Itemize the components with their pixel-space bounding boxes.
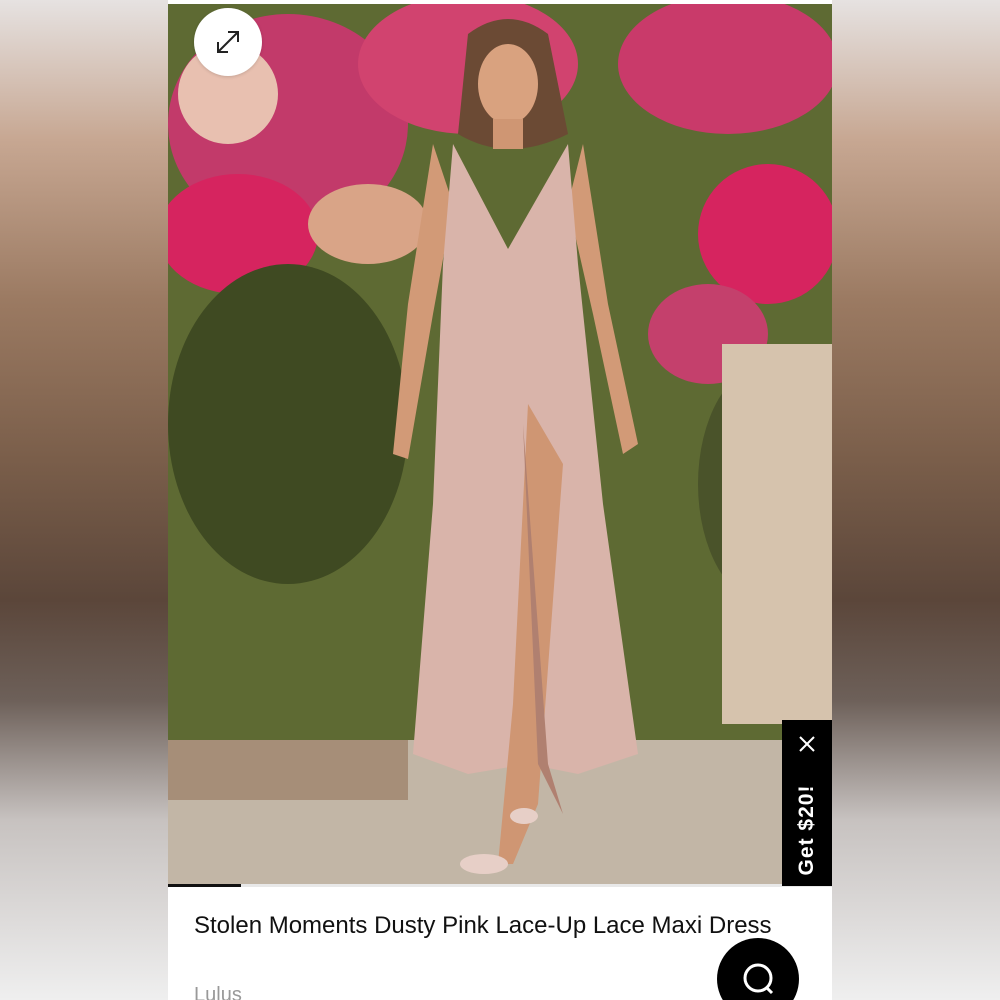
close-icon[interactable] (795, 732, 819, 756)
expand-button[interactable] (194, 8, 262, 76)
product-card: Get $20! Stolen Moments Dusty Pink Lace-… (168, 0, 832, 1000)
background-blur-left (0, 0, 168, 1000)
expand-icon (217, 31, 239, 53)
product-brand[interactable]: Lulus (194, 984, 242, 1000)
dress-photo-illustration (168, 4, 832, 886)
chat-icon (743, 963, 774, 995)
gallery-progress-fill (168, 884, 242, 887)
product-photo[interactable] (168, 4, 832, 886)
promo-label: Get $20! (795, 784, 818, 876)
background-blur-right (832, 0, 1000, 1000)
promo-tab[interactable]: Get $20! (782, 720, 832, 886)
gallery-progress-track (168, 884, 832, 887)
product-title: Stolen Moments Dusty Pink Lace-Up Lace M… (194, 912, 772, 939)
chat-button[interactable] (717, 938, 799, 1000)
